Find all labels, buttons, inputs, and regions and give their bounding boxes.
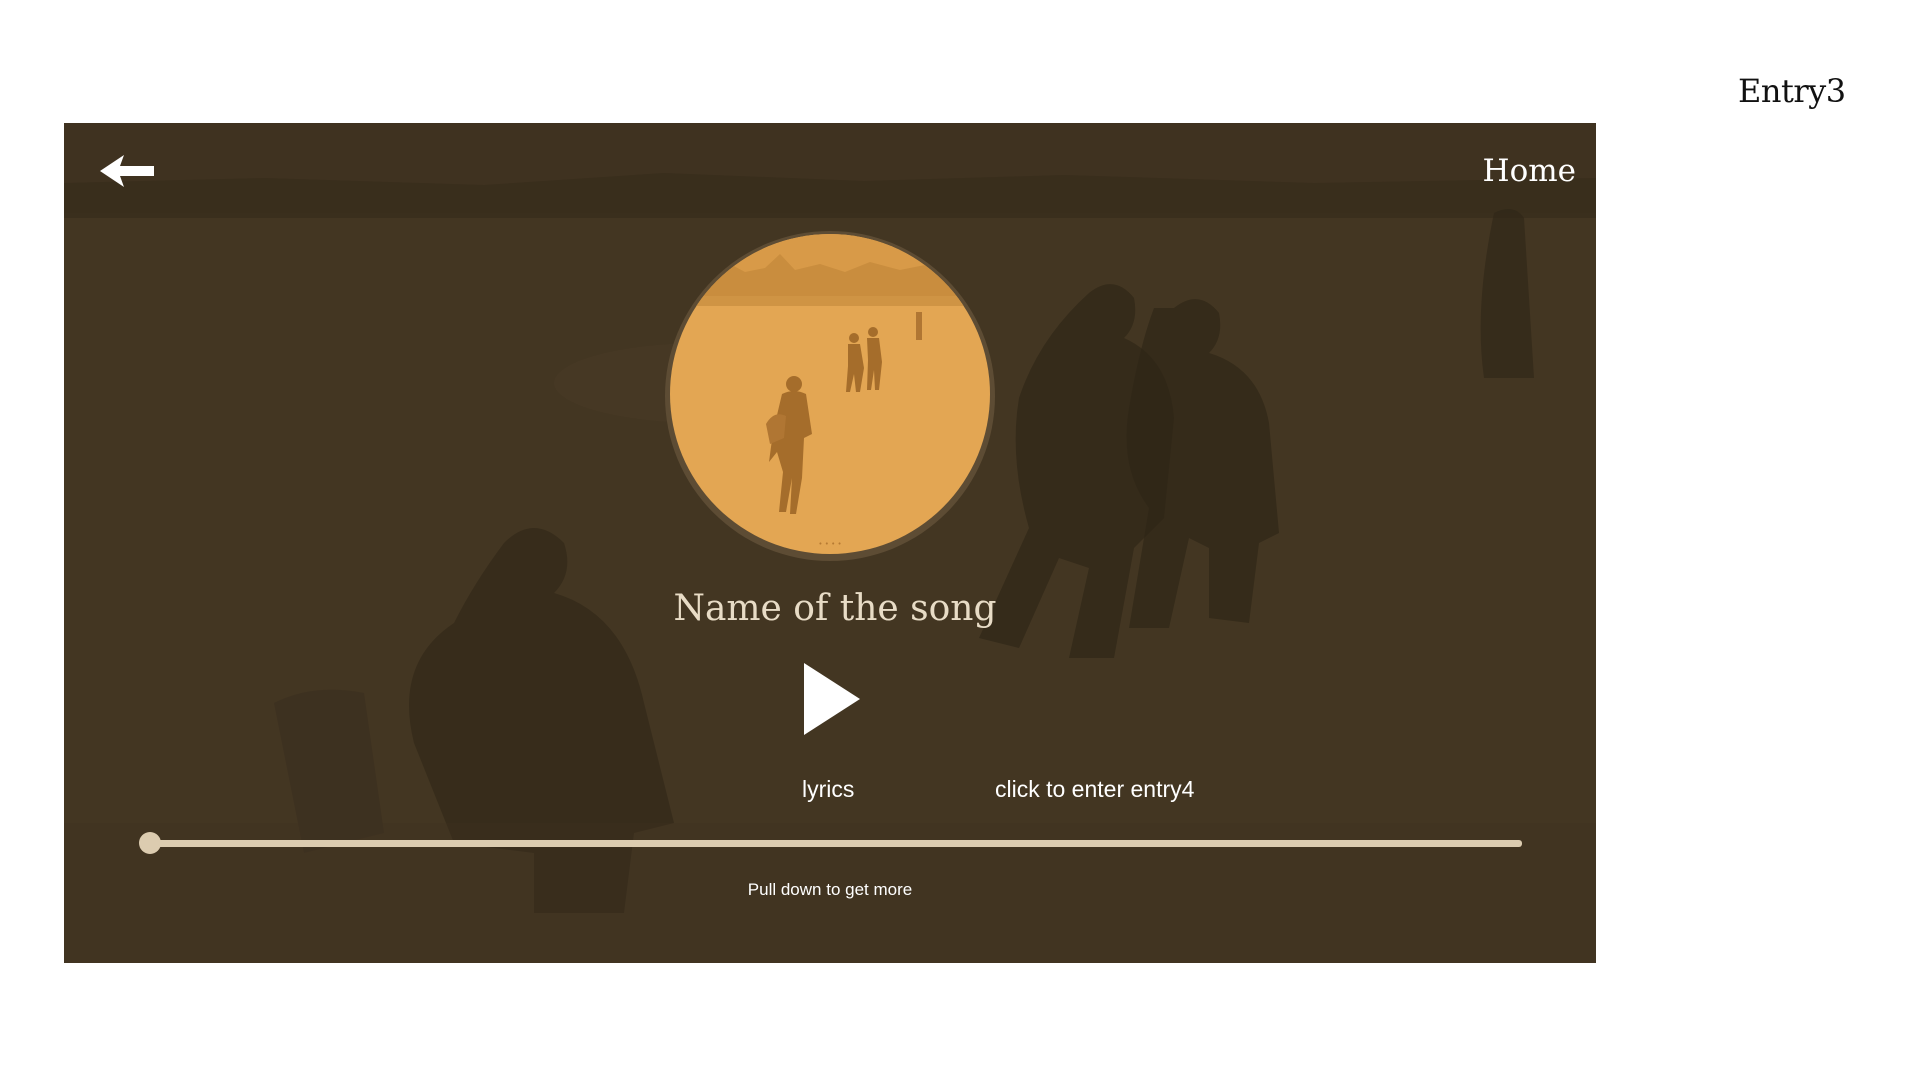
song-title: Name of the song bbox=[673, 588, 997, 629]
album-cover: • • • • bbox=[670, 234, 990, 554]
play-icon[interactable] bbox=[802, 663, 862, 735]
album-cover-frame: • • • • bbox=[665, 231, 995, 561]
entry-label: Entry3 bbox=[1738, 72, 1846, 110]
svg-text:• • • •: • • • • bbox=[818, 540, 841, 548]
lyrics-link[interactable]: lyrics bbox=[802, 776, 854, 803]
player-frame: Home • • • • Name of the song lyrics cli… bbox=[64, 123, 1596, 963]
progress-handle[interactable] bbox=[139, 832, 161, 854]
album-cover-photo: • • • • bbox=[670, 234, 990, 548]
progress-slider[interactable] bbox=[139, 832, 1522, 854]
home-link[interactable]: Home bbox=[1483, 153, 1576, 189]
next-entry-link[interactable]: click to enter entry4 bbox=[995, 776, 1194, 803]
back-arrow-icon[interactable] bbox=[100, 153, 158, 189]
pull-down-hint: Pull down to get more bbox=[747, 880, 913, 899]
